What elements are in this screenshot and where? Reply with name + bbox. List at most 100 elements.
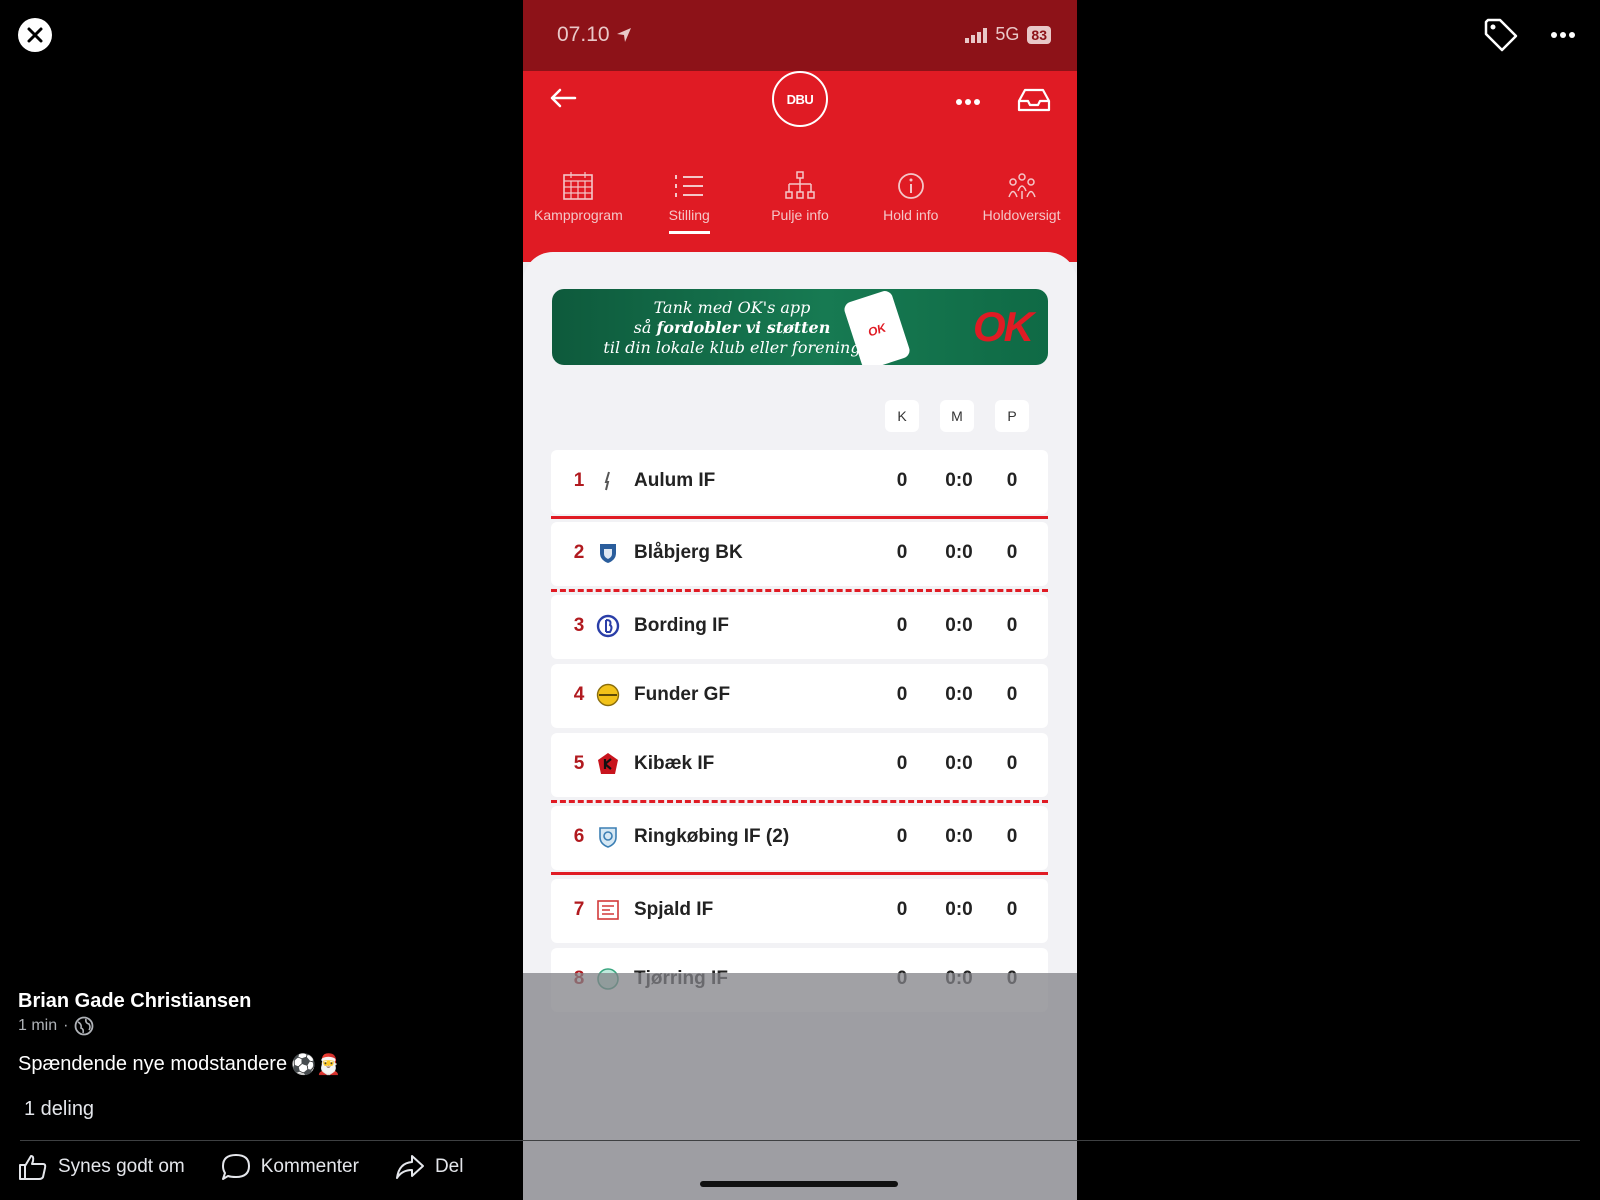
ad-text: Tank med OK's app så fordobler vi støtte… [603,298,861,357]
comment-button[interactable]: Kommenter [221,1153,359,1181]
divider [20,1140,1580,1141]
caption-text: Spændende nye modstandere [18,1053,288,1075]
team-name: Kibæk IF [634,753,715,774]
goals: 0:0 [945,826,973,847]
info-icon [897,173,924,199]
table-row[interactable]: 1 Aulum IF 0 0:0 0 [551,450,1048,514]
ringkobing-crest-icon [599,827,617,848]
column-header-p: P [995,400,1029,432]
calendar-icon [563,172,594,200]
gray-overlay [523,973,1077,1200]
goals: 0:0 [945,684,973,705]
share-label: Del [434,1156,464,1177]
like-button[interactable]: Synes godt om [18,1153,185,1181]
location-arrow-icon [616,28,631,42]
team-name: Ringkøbing IF (2) [634,826,790,847]
post-actions: Synes godt om Kommenter Del [18,1153,463,1181]
inbox-icon [1017,88,1051,112]
team-name: Spjald IF [634,899,714,920]
points: 0 [1006,542,1018,563]
ellipsis-icon [956,99,980,105]
table-row[interactable]: 6 Ringkøbing IF (2) 0 0:0 0 [551,806,1048,870]
table-row[interactable]: 3 Bording IF 0 0:0 0 [551,595,1048,659]
points: 0 [1006,826,1018,847]
position: 6 [573,826,585,847]
bracket-icon [785,171,815,199]
position: 5 [573,753,585,774]
column-header-m: M [940,400,974,432]
thumbs-up-icon [19,1155,47,1180]
table-row[interactable]: 7 Spjald IF 0 0:0 0 [551,879,1048,943]
tab-kampprogram[interactable]: Kampprogram [523,171,634,234]
comment-label: Kommenter [260,1156,359,1177]
table-row[interactable]: 2 Blåbjerg BK 0 0:0 0 [551,522,1048,586]
matches: 0 [896,753,908,774]
share-arrow-icon [395,1155,424,1179]
dbu-logo: DBU [772,71,828,127]
network-label: 5G [995,24,1020,44]
close-button[interactable] [18,18,52,52]
promotion-line [551,516,1048,519]
post-time[interactable]: 1 min [18,1017,57,1035]
matches: 0 [896,470,908,491]
table-row[interactable]: 5 Kibæk IF 0 0:0 0 [551,733,1048,797]
back-arrow-icon [550,88,577,108]
relegation-line [551,872,1048,875]
post-author[interactable]: Brian Gade Christiansen [18,990,251,1013]
blaabjerg-crest-icon [600,544,616,563]
post-caption: Spændende nye modstandere ⚽🎅 [18,1052,341,1077]
team-icon [1007,173,1036,199]
close-icon [27,27,43,43]
table-row[interactable]: 4 Funder GF 0 0:0 0 [551,664,1048,728]
qualification-line [551,589,1048,592]
points: 0 [1006,470,1018,491]
goals: 0:0 [945,615,973,636]
battery-indicator: 83 [1027,25,1051,44]
funder-crest-icon [596,683,620,707]
like-label: Synes godt om [58,1156,185,1177]
share-count[interactable]: 1 deling [24,1098,94,1121]
phone-screenshot: 07.10 5G 83 DBU Kampprogram Stilling Pul… [523,0,1077,1200]
tab-hold-info[interactable]: Hold info [855,171,966,234]
more-button[interactable] [955,93,981,111]
globe-icon [75,1016,94,1036]
column-header-k: K [885,400,919,432]
tab-bar: Kampprogram Stilling Pulje info Hold inf… [523,171,1077,234]
tab-holdoversigt[interactable]: Holdoversigt [966,171,1077,234]
matches: 0 [896,542,908,563]
team-name: Blåbjerg BK [634,542,743,563]
signal-icon [965,27,988,43]
home-indicator[interactable] [700,1181,898,1187]
points: 0 [1006,899,1018,920]
points: 0 [1006,684,1018,705]
matches: 0 [896,899,908,920]
matches: 0 [896,684,908,705]
bording-crest-icon [596,614,620,638]
position: 4 [573,684,585,705]
kibaek-crest-icon [598,753,618,774]
list-icon [675,175,704,197]
position: 2 [573,542,585,563]
tab-stilling[interactable]: Stilling [634,171,745,234]
meta-separator: · [63,1017,69,1034]
ok-logo: OK [973,303,1034,350]
caption-emoji: ⚽🎅 [291,1054,341,1076]
qualification-line [551,800,1048,803]
ok-ad-banner[interactable]: Tank med OK's app så fordobler vi støtte… [552,289,1048,365]
comment-icon [221,1154,250,1180]
share-button[interactable]: Del [395,1153,464,1181]
inbox-button[interactable] [1016,87,1052,118]
tab-pulje-info[interactable]: Pulje info [745,171,856,234]
goals: 0:0 [945,899,973,920]
team-name: Funder GF [634,684,731,705]
position: 3 [573,615,585,636]
aulum-crest-icon [604,471,610,491]
points: 0 [1006,753,1018,774]
position: 1 [573,470,585,491]
back-button[interactable] [549,87,577,114]
more-options-icon[interactable] [1550,31,1576,39]
status-bar: 07.10 5G 83 [523,0,1077,71]
spjald-crest-icon [597,900,619,920]
tag-icon[interactable] [1482,16,1520,54]
team-name: Bording IF [634,615,729,636]
